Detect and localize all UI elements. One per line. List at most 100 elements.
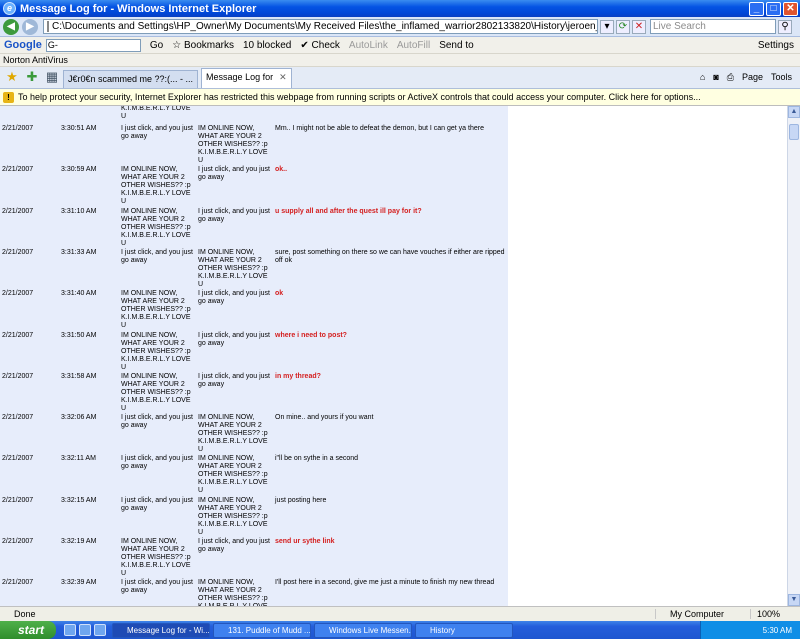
google-toolbar: Google G- Go ☆ Bookmarks 10 blocked ✔ Ch… xyxy=(0,37,800,54)
command-bar: ⌂ ◙ ⎙ Page Tools xyxy=(700,66,800,88)
taskbar-item-history[interactable]: History xyxy=(415,622,513,638)
google-go-button[interactable]: Go xyxy=(150,40,163,51)
refresh-icon[interactable]: ⟳ xyxy=(616,19,630,34)
cell-message: where i need to post? xyxy=(275,331,347,339)
forward-button[interactable]: ▶ xyxy=(22,18,38,35)
tab-message-log[interactable]: Message Log for ✕ xyxy=(201,68,292,88)
cell-date: 2/21/2007 xyxy=(2,331,34,339)
message-log-table: 2/21/2007 3:30:51 AM I just click, and you… xyxy=(0,106,508,606)
cell-time: 3:31:50 AM xyxy=(61,331,97,339)
scroll-thumb[interactable] xyxy=(789,124,799,140)
popup-blocker[interactable]: 10 blocked xyxy=(243,40,291,51)
cell-message: i"ll be on sythe in a second xyxy=(275,455,359,463)
add-favorites-icon[interactable]: ✚ xyxy=(24,69,40,85)
system-tray: 5:30 AM xyxy=(700,621,800,639)
cell-time: 3:30:59 AM xyxy=(61,166,97,174)
autofill-button[interactable]: AutoFill xyxy=(397,40,430,51)
taskbar: start Message Log for - Wi... 131. Puddl… xyxy=(0,621,800,639)
taskbar-item-messenger[interactable]: Windows Live Messen... xyxy=(314,622,412,638)
cell-from: IM ONLINE NOW, WHAT ARE YOUR 2 OTHER WIS… xyxy=(121,166,191,206)
close-tab-icon[interactable]: ✕ xyxy=(279,72,287,82)
tab-bar: ★ ✚ ▦ J€r0€n scammed me ??:(... - ... Me… xyxy=(0,67,800,89)
cell-time: 3:31:58 AM xyxy=(61,372,97,380)
cell-from: I just click, and you just go away xyxy=(121,125,193,140)
cell-to: IM ONLINE NOW, WHAT ARE YOUR 2 OTHER WIS… xyxy=(198,248,268,288)
cell-message: send ur sythe link xyxy=(275,538,335,545)
check-label: Check xyxy=(311,39,340,51)
cell-time: 3:32:06 AM xyxy=(61,414,97,422)
cell-date: 2/21/2007 xyxy=(2,579,34,587)
quick-tabs-icon[interactable]: ▦ xyxy=(44,69,60,85)
address-bar: ◀ ▶ C:\Documents and Settings\HP_Owner\M… xyxy=(0,17,800,37)
cell-from: IM ONLINE NOW, WHAT ARE YOUR 2 OTHER WIS… xyxy=(121,372,191,412)
cell-time: 3:32:39 AM xyxy=(61,579,97,587)
security-info-bar[interactable]: ! To help protect your security, Interne… xyxy=(0,89,800,106)
cell-date: 2/21/2007 xyxy=(2,455,34,463)
cell-from: I just click, and you just go away xyxy=(121,248,193,264)
cell-date: 2/21/2007 xyxy=(2,496,34,504)
cell-from: IM ONLINE NOW, WHAT ARE YOUR 2 OTHER WIS… xyxy=(121,290,191,330)
tools-menu[interactable]: Tools xyxy=(771,72,792,82)
cell-to: IM ONLINE NOW, WHAT ARE YOUR 2 OTHER WIS… xyxy=(198,414,268,454)
settings-button[interactable]: Settings xyxy=(758,40,794,51)
close-button[interactable]: ✕ xyxy=(783,1,798,16)
cell-time: 3:31:33 AM xyxy=(61,248,97,256)
cell-from: I just click, and you just go away xyxy=(121,414,193,430)
dropdown-icon[interactable]: ▾ xyxy=(600,19,614,34)
quick-launch-icon[interactable] xyxy=(79,624,91,636)
check-button[interactable]: ✔ Check xyxy=(300,40,340,51)
page-menu[interactable]: Page xyxy=(742,72,763,82)
status-bar: Done My Computer 100% xyxy=(0,606,800,621)
cell-date: 2/21/2007 xyxy=(2,372,34,380)
cell-date: 2/21/2007 xyxy=(2,248,34,256)
shield-icon: ! xyxy=(3,91,14,103)
stop-icon[interactable]: ✕ xyxy=(632,19,646,34)
tab-scammed[interactable]: J€r0€n scammed me ??:(... - ... xyxy=(63,70,199,88)
minimize-button[interactable]: _ xyxy=(749,1,764,16)
zoom-level[interactable]: 100% xyxy=(750,609,800,619)
bookmarks-button[interactable]: ☆ Bookmarks xyxy=(172,40,234,51)
google-logo: Google xyxy=(4,39,42,51)
cell-from: I just click, and you just go away xyxy=(121,579,193,595)
google-search-input[interactable]: G- xyxy=(45,38,141,52)
autolink-button[interactable]: AutoLink xyxy=(349,40,388,51)
title-bar: e Message Log for - Windows Internet Exp… xyxy=(0,0,800,17)
quick-launch-icon[interactable] xyxy=(94,624,106,636)
cell-message: ok.. xyxy=(275,166,288,174)
cell-to: I just click, and you just go away xyxy=(198,166,270,182)
scroll-down-icon[interactable]: ▼ xyxy=(788,594,800,606)
taskbar-item-ie[interactable]: Message Log for - Wi... xyxy=(112,622,210,638)
cell-from: I just click, and you just go away xyxy=(121,455,193,471)
scroll-up-icon[interactable]: ▲ xyxy=(788,106,800,118)
print-icon[interactable]: ⎙ xyxy=(727,72,734,83)
cell-time: 3:31:10 AM xyxy=(61,207,97,215)
cell-from: IM ONLINE NOW, WHAT ARE YOUR 2 OTHER WIS… xyxy=(121,538,191,577)
favorites-star-icon[interactable]: ★ xyxy=(4,69,20,85)
security-zone: My Computer xyxy=(655,609,750,619)
cell-to: IM ONLINE NOW, WHAT ARE YOUR 2 OTHER WIS… xyxy=(198,125,268,164)
cell-to: I just click, and you just go away xyxy=(198,372,270,388)
start-button[interactable]: start xyxy=(0,621,56,639)
live-search-input[interactable]: Live Search xyxy=(650,19,776,34)
cell-message: u supply all and after the quest ill pay… xyxy=(275,207,422,215)
status-text: Done xyxy=(14,609,36,619)
ie-logo-icon: e xyxy=(3,2,16,15)
norton-label[interactable]: Norton AntiVirus xyxy=(3,55,68,65)
home-icon[interactable]: ⌂ xyxy=(700,72,705,82)
maximize-button[interactable]: □ xyxy=(766,1,781,16)
cell-time: 3:30:51 AM xyxy=(61,125,97,132)
feeds-icon[interactable]: ◙ xyxy=(713,72,718,82)
back-button[interactable]: ◀ xyxy=(3,18,19,35)
page-content: 2/21/2007 3:30:51 AM I just click, and you… xyxy=(0,106,787,606)
taskbar-item-media[interactable]: 131. Puddle of Mudd ... xyxy=(213,622,311,638)
search-icon[interactable]: ⚲ xyxy=(778,19,792,34)
quick-launch-icon[interactable] xyxy=(64,624,76,636)
send-to-button[interactable]: Send to xyxy=(439,40,473,51)
address-field[interactable]: C:\Documents and Settings\HP_Owner\My Do… xyxy=(43,19,598,34)
cell-time: 3:32:15 AM xyxy=(61,496,97,504)
cell-time: 3:31:40 AM xyxy=(61,290,97,298)
cell-message: ok xyxy=(275,290,284,298)
cell-message: On mine.. and yours if you want xyxy=(275,414,374,422)
vertical-scrollbar[interactable]: ▲ ▼ xyxy=(787,106,800,606)
cell-to: I just click, and you just go away xyxy=(198,538,270,553)
